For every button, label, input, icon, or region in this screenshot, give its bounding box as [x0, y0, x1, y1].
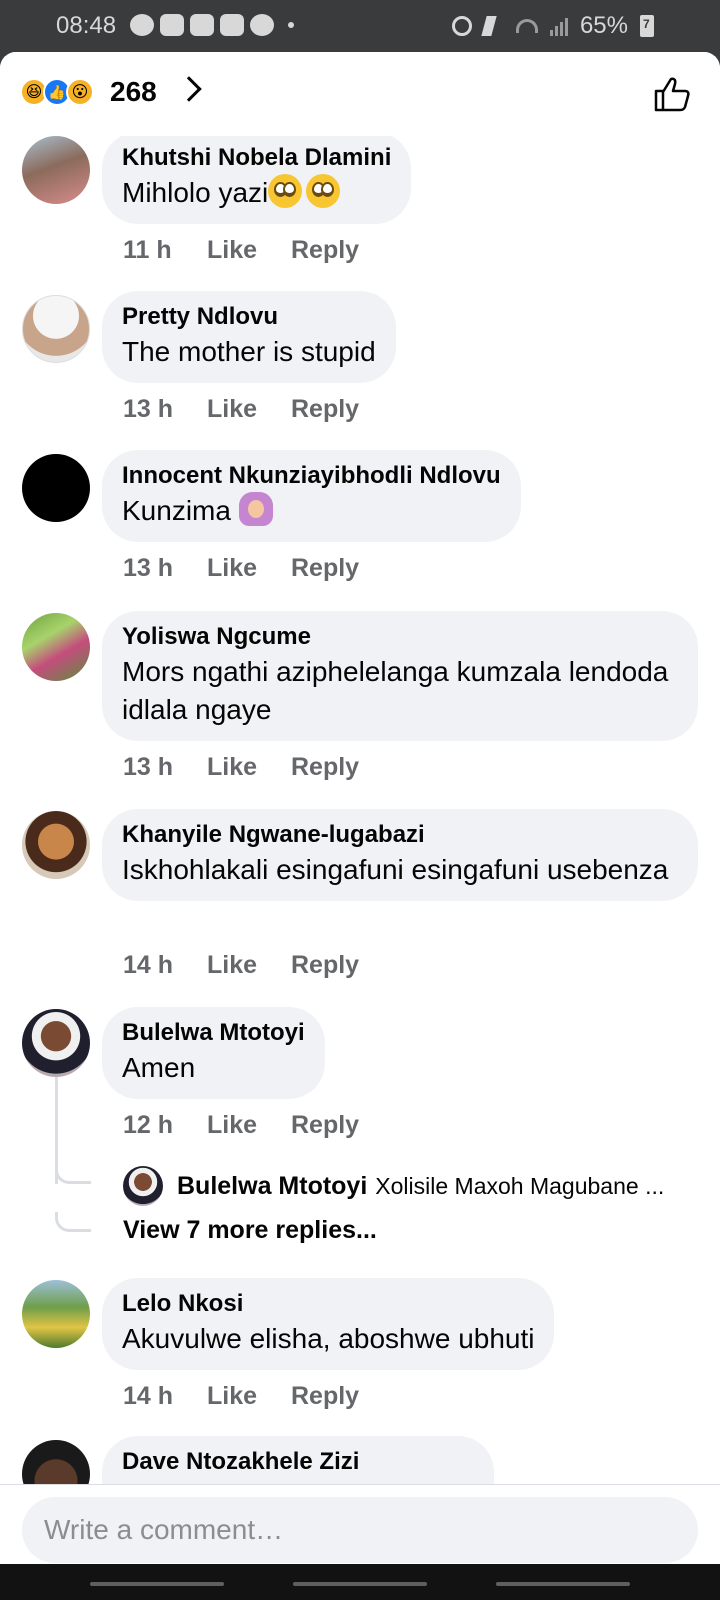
comment-composer — [0, 1484, 720, 1564]
reply-preview[interactable]: Bulelwa Mtotoyi Xolisile Maxoh Magubane … — [123, 1166, 664, 1206]
status-time: 08:48 — [56, 12, 117, 39]
like-button[interactable]: Like — [207, 1382, 291, 1411]
alarm-icon — [451, 16, 472, 36]
comment-bubble[interactable]: Innocent Nkunziayibhodli Ndlovu Kunzima — [102, 450, 521, 542]
comment-time: 14 h — [123, 1382, 174, 1410]
avatar[interactable] — [22, 295, 90, 363]
comments-sheet: 😆 👍 😮 268 Khutshi Nobela Dlamini Mihlolo… — [0, 52, 720, 1564]
nav-recent-handle[interactable] — [90, 1582, 224, 1586]
comment-time: 12 h — [123, 1111, 174, 1139]
reply-button[interactable]: Reply — [291, 1382, 359, 1411]
comment-bubble[interactable]: Pretty Ndlovu The mother is stupid — [102, 291, 396, 383]
comment-actions: 14 h Like Reply — [123, 1382, 359, 1411]
wow-icon: 😮 — [66, 78, 94, 106]
chevron-right-icon[interactable] — [176, 76, 202, 102]
like-button[interactable]: Like — [207, 753, 291, 782]
comment-author[interactable]: Khutshi Nobela Dlamini — [122, 142, 391, 174]
comment-actions: 12 h Like Reply — [123, 1111, 359, 1140]
eye-roll-emoji-icon — [268, 174, 303, 208]
signal-icon — [549, 16, 568, 36]
comment-time: 13 h — [123, 554, 174, 582]
comment-bubble[interactable]: Yoliswa Ngcume Mors ngathi aziphelelanga… — [102, 611, 698, 741]
calendar-notification-icon — [220, 14, 244, 36]
reply-button[interactable]: Reply — [291, 236, 359, 265]
view-more-replies-link[interactable]: View 7 more replies... — [123, 1216, 377, 1245]
thumbs-up-outline-icon[interactable] — [652, 74, 692, 114]
avatar[interactable] — [22, 1009, 90, 1077]
comment-author[interactable]: Pretty Ndlovu — [122, 301, 376, 333]
like-button[interactable]: Like — [207, 1111, 291, 1140]
nav-home-handle[interactable] — [293, 1582, 427, 1586]
comment-input[interactable] — [22, 1497, 698, 1563]
avatar[interactable] — [22, 811, 90, 879]
comment-time: 13 h — [123, 753, 174, 781]
reply-button[interactable]: Reply — [291, 951, 359, 980]
reply-button[interactable]: Reply — [291, 395, 359, 424]
like-button[interactable]: Like — [207, 395, 291, 424]
comment-actions: 13 h Like Reply — [123, 554, 359, 583]
comment-text: Kunzima — [122, 492, 501, 530]
like-button[interactable]: Like — [207, 951, 291, 980]
reaction-icons: 😆 👍 😮 — [20, 78, 94, 106]
thread-branch — [55, 1212, 91, 1232]
battery-icon — [640, 15, 654, 37]
comment-text: Akuvulwe elisha, aboshwe ubhuti — [122, 1323, 535, 1354]
avatar[interactable] — [22, 1280, 90, 1348]
facebook-notification-icon — [130, 14, 154, 36]
youtube-notification-icon — [160, 14, 184, 36]
system-navigation-bar — [0, 1564, 720, 1600]
comment-bubble[interactable]: Khutshi Nobela Dlamini Mihlolo yazi — [102, 132, 412, 224]
comment-actions: 14 h Like Reply — [123, 951, 359, 980]
comment-text: The mother is stupid — [122, 336, 376, 367]
comment-author[interactable]: Yoliswa Ngcume — [122, 621, 678, 653]
mute-icon — [481, 16, 507, 36]
reaction-count[interactable]: 268 — [110, 76, 157, 108]
comment-actions: 13 h Like Reply — [123, 395, 359, 424]
youtube-notification-icon — [190, 14, 214, 36]
eye-roll-emoji-icon — [306, 174, 341, 208]
comment-author[interactable]: Innocent Nkunziayibhodli Ndlovu — [122, 460, 501, 492]
comment-time: 14 h — [123, 951, 174, 979]
reply-button[interactable]: Reply — [291, 753, 359, 782]
comment-author[interactable]: Lelo Nkosi — [122, 1288, 534, 1320]
reply-button[interactable]: Reply — [291, 1111, 359, 1140]
notification-icons — [130, 14, 294, 36]
wifi-icon — [515, 19, 538, 33]
comment-time: 13 h — [123, 395, 174, 423]
like-button[interactable]: Like — [207, 554, 291, 583]
battery-percent: 65% — [579, 12, 628, 39]
reply-button[interactable]: Reply — [291, 554, 359, 583]
avatar[interactable] — [22, 613, 90, 681]
comment-bubble[interactable]: Lelo Nkosi Akuvulwe elisha, aboshwe ubhu… — [102, 1278, 555, 1370]
comment-time: 11 h — [123, 236, 172, 264]
reactions-header[interactable]: 😆 👍 😮 268 — [0, 52, 720, 136]
comment-author[interactable]: Khanyile Ngwane-lugabazi — [122, 819, 678, 851]
comment-bubble[interactable]: Khanyile Ngwane-lugabazi Iskhohlakali es… — [102, 809, 698, 901]
status-bar: 08:48 65% — [0, 0, 720, 52]
thread-branch — [55, 1164, 91, 1184]
avatar[interactable] — [22, 454, 90, 522]
avatar[interactable] — [22, 136, 90, 204]
reply-author[interactable]: Bulelwa Mtotoyi — [177, 1172, 367, 1201]
comment-actions: 13 h Like Reply — [123, 753, 359, 782]
comment-text: Iskhohlakali esingafuni esingafuni usebe… — [122, 854, 669, 885]
like-button[interactable]: Like — [207, 236, 291, 265]
app-notification-icon — [250, 14, 274, 36]
nav-back-handle[interactable] — [496, 1582, 630, 1586]
comment-author[interactable]: Bulelwa Mtotoyi — [122, 1017, 305, 1049]
more-notifications-dot-icon — [288, 22, 294, 28]
comment-author[interactable]: Dave Ntozakhele Zizi — [122, 1446, 474, 1478]
comment-text: Mihlolo yazi — [122, 174, 391, 212]
comment-text: Mors ngathi aziphelelanga kumzala lendod… — [122, 656, 669, 725]
comment-actions: 11 h Like Reply — [123, 236, 359, 265]
comment-bubble[interactable]: Bulelwa Mtotoyi Amen — [102, 1007, 325, 1099]
reply-text: Xolisile Maxoh Magubane ... — [375, 1172, 665, 1199]
facepalm-emoji-icon — [238, 492, 273, 526]
comment-text: Amen — [122, 1052, 196, 1083]
avatar — [123, 1166, 163, 1206]
